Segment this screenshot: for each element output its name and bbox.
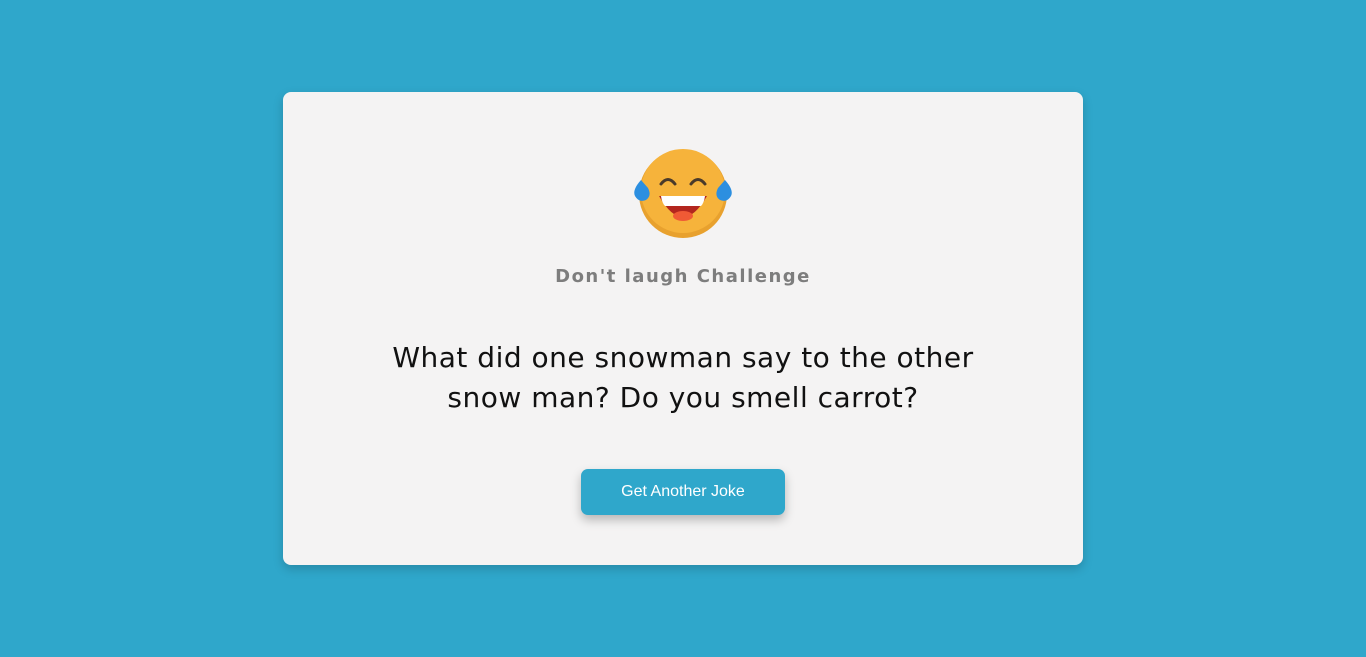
joke-card: Don't laugh Challenge What did one snowm…: [283, 92, 1083, 565]
joke-text: What did one snowman say to the other sn…: [392, 341, 974, 414]
get-another-joke-button[interactable]: Get Another Joke: [581, 469, 785, 515]
page-title: Don't laugh Challenge: [555, 266, 811, 287]
laughing-tears-emoji-icon: [634, 149, 732, 238]
